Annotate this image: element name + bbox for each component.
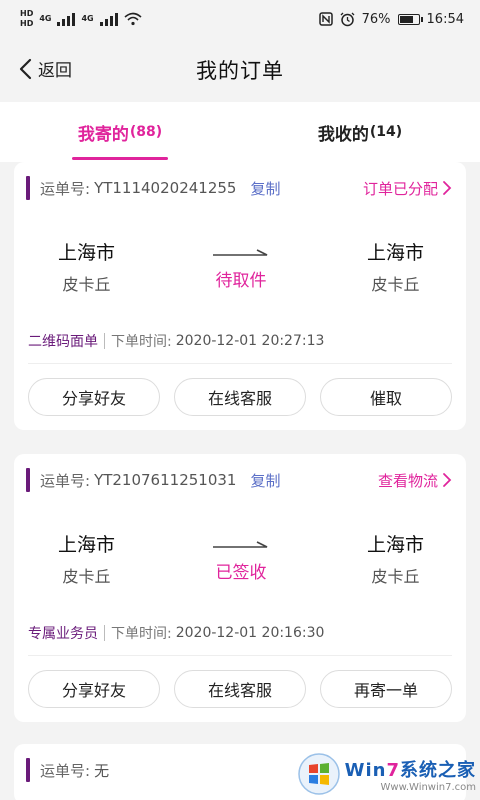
divider bbox=[104, 332, 105, 349]
order-header: 运单号: YT2107611251031 复制 查看物流 bbox=[26, 454, 452, 506]
watermark-text: Win7系统之家 Www.Winwin7.com bbox=[345, 756, 476, 793]
watermark-brand: Win7系统之家 bbox=[345, 756, 476, 782]
online-service-button[interactable]: 在线客服 bbox=[174, 670, 306, 708]
order-number-label: 运单号: bbox=[40, 471, 91, 490]
back-button[interactable]: 返回 bbox=[18, 56, 72, 81]
chevron-left-icon bbox=[19, 58, 32, 79]
online-service-button[interactable]: 在线客服 bbox=[174, 378, 306, 416]
tab-received-label: 我收的 bbox=[317, 124, 369, 145]
status-left: HD HD 4G 4G bbox=[20, 10, 142, 28]
signal-icon bbox=[57, 12, 76, 26]
windows-logo-icon bbox=[297, 753, 340, 795]
order-list: 运单号: YT1114020241255 复制 订单已分配 上海市 皮卡丘 待取… bbox=[0, 162, 480, 800]
order-status-link[interactable]: 查看物流 bbox=[378, 470, 452, 491]
order-status: 订单已分配 bbox=[362, 179, 438, 198]
order-tag: 专属业务员 bbox=[28, 625, 98, 642]
destination-city: 上海市 bbox=[366, 533, 424, 556]
arrow-right-icon bbox=[213, 540, 268, 548]
tab-sent-label: 我寄的 bbox=[77, 124, 129, 145]
network-label: 4G bbox=[81, 14, 94, 23]
order-tabs: 我寄的 (88) 我收的 (14) bbox=[0, 102, 480, 162]
brand-part: Win bbox=[344, 759, 387, 781]
signal-icon bbox=[99, 12, 118, 26]
shipment-state: 待取件 bbox=[213, 246, 269, 291]
urge-pickup-button[interactable]: 催取 bbox=[320, 378, 452, 416]
route: 上海市 皮卡丘 已签收 上海市 皮卡丘 bbox=[28, 506, 452, 610]
order-tag: 二维码面单 bbox=[28, 333, 98, 350]
origin: 上海市 皮卡丘 bbox=[58, 530, 115, 587]
divider bbox=[104, 624, 105, 641]
send-again-button[interactable]: 再寄一单 bbox=[320, 670, 452, 708]
order-number: YT2107611251031 bbox=[94, 471, 237, 489]
shipment-state-label: 待取件 bbox=[215, 270, 267, 291]
order-status-link[interactable]: 订单已分配 bbox=[363, 178, 452, 199]
order-time: 2020-12-01 20:27:13 bbox=[175, 332, 325, 349]
order-number-label: 运单号: bbox=[40, 179, 91, 198]
watermark-site: Www.Winwin7.com bbox=[380, 781, 476, 793]
alarm-icon bbox=[340, 12, 355, 26]
brand-part: 7 bbox=[386, 759, 400, 781]
hd-indicators: HD HD bbox=[20, 10, 33, 28]
order-actions: 分享好友 在线客服 再寄一单 bbox=[28, 656, 452, 722]
origin-city: 上海市 bbox=[58, 533, 116, 556]
share-button[interactable]: 分享好友 bbox=[28, 378, 160, 416]
hd-label: HD bbox=[20, 9, 34, 18]
network-label: 4G bbox=[39, 14, 52, 23]
order-time: 2020-12-01 20:16:30 bbox=[175, 624, 325, 641]
route: 上海市 皮卡丘 待取件 上海市 皮卡丘 bbox=[28, 214, 452, 318]
destination-district: 皮卡丘 bbox=[371, 566, 420, 586]
tab-received-count: (14) bbox=[369, 124, 403, 140]
order-number: YT1114020241255 bbox=[94, 179, 237, 197]
share-button[interactable]: 分享好友 bbox=[28, 670, 160, 708]
destination-district: 皮卡丘 bbox=[371, 274, 420, 294]
order-card[interactable]: 运单号: YT2107611251031 复制 查看物流 上海市 皮卡丘 已签收… bbox=[14, 454, 466, 722]
copy-button[interactable]: 复制 bbox=[250, 178, 280, 199]
order-info: 二维码面单 下单时间: 2020-12-01 20:27:13 bbox=[28, 318, 452, 364]
accent-bar bbox=[26, 176, 30, 200]
origin: 上海市 皮卡丘 bbox=[58, 238, 115, 295]
order-number-label: 运单号: bbox=[40, 761, 91, 780]
arrow-right-icon bbox=[213, 248, 268, 256]
battery-percent: 76% bbox=[361, 11, 391, 27]
back-label: 返回 bbox=[38, 61, 72, 81]
wifi-icon bbox=[124, 12, 142, 26]
order-time-label: 下单时间: bbox=[111, 333, 172, 350]
origin-district: 皮卡丘 bbox=[62, 566, 111, 586]
page-title: 我的订单 bbox=[196, 59, 284, 83]
origin-district: 皮卡丘 bbox=[62, 274, 111, 294]
destination: 上海市 皮卡丘 bbox=[367, 530, 424, 587]
brand-part: 系统之家 bbox=[400, 759, 476, 781]
hd-label: HD bbox=[20, 19, 34, 28]
order-actions: 分享好友 在线客服 催取 bbox=[28, 364, 452, 430]
destination-city: 上海市 bbox=[366, 241, 424, 264]
destination: 上海市 皮卡丘 bbox=[367, 238, 424, 295]
shipment-state-label: 已签收 bbox=[215, 562, 267, 583]
clock: 16:54 bbox=[426, 11, 464, 27]
order-info: 专属业务员 下单时间: 2020-12-01 20:16:30 bbox=[28, 610, 452, 656]
shipment-state: 已签收 bbox=[213, 538, 269, 583]
order-header: 运单号: YT1114020241255 复制 订单已分配 bbox=[26, 162, 452, 214]
tab-sent[interactable]: 我寄的 (88) bbox=[0, 102, 240, 162]
accent-bar bbox=[26, 758, 30, 782]
order-time-label: 下单时间: bbox=[111, 625, 172, 642]
chevron-right-icon bbox=[443, 181, 452, 195]
watermark: Win7系统之家 Www.Winwin7.com bbox=[297, 752, 476, 796]
order-status: 查看物流 bbox=[377, 471, 438, 490]
status-bar: HD HD 4G 4G 76% 16:54 bbox=[0, 0, 480, 38]
order-number: 无 bbox=[94, 761, 110, 780]
tab-sent-count: (88) bbox=[129, 124, 163, 140]
battery-icon bbox=[397, 13, 423, 25]
battery-fill bbox=[399, 15, 414, 23]
nfc-icon bbox=[318, 12, 333, 26]
accent-bar bbox=[26, 468, 30, 492]
origin-city: 上海市 bbox=[58, 241, 116, 264]
nav-header: 返回 我的订单 bbox=[0, 38, 480, 102]
copy-button[interactable]: 复制 bbox=[250, 470, 280, 491]
chevron-right-icon bbox=[443, 473, 452, 487]
order-card[interactable]: 运单号: YT1114020241255 复制 订单已分配 上海市 皮卡丘 待取… bbox=[14, 162, 466, 430]
tab-received[interactable]: 我收的 (14) bbox=[240, 102, 480, 162]
status-right: 76% 16:54 bbox=[318, 11, 464, 27]
